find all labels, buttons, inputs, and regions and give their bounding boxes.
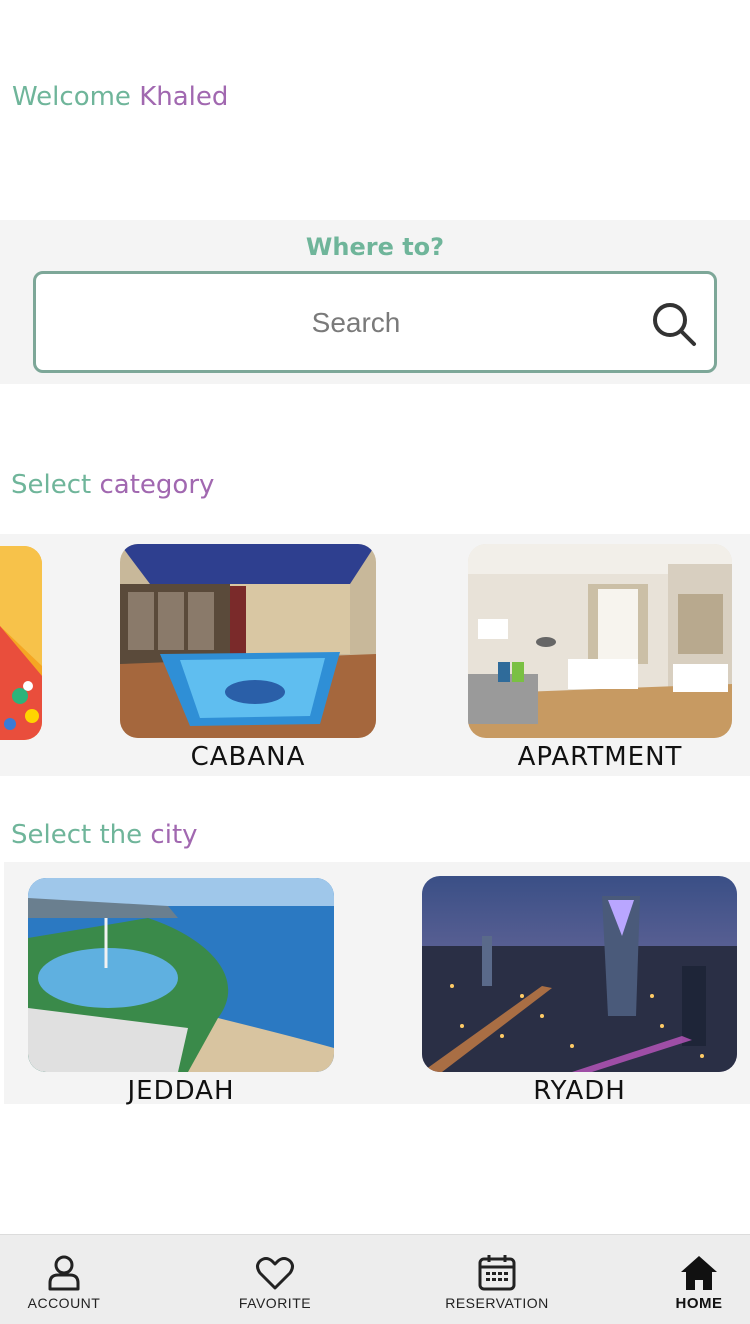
city-card-riyadh[interactable] (422, 876, 737, 1072)
search-heading: Where to? (305, 233, 445, 261)
welcome-prefix: Welcome (12, 82, 131, 112)
colorful-tent-image (0, 546, 42, 740)
search-box[interactable] (33, 271, 717, 373)
category-card-apartment[interactable] (468, 544, 732, 738)
user-name: Khaled (139, 82, 229, 112)
search-input[interactable] (56, 298, 656, 348)
category-title-part2: category (99, 470, 215, 500)
calendar-icon (478, 1255, 516, 1291)
nav-item-favorite[interactable]: FAVORITE (215, 1235, 335, 1324)
search-icon[interactable] (650, 300, 698, 348)
category-card-partial[interactable] (0, 546, 42, 740)
heart-icon (256, 1257, 294, 1290)
welcome-message: Welcome Khaled (12, 80, 228, 114)
bottom-navigation: ACCOUNT FAVORITE RESERVATION HOME (0, 1234, 750, 1324)
home-icon (681, 1256, 717, 1290)
bedroom-image (468, 544, 732, 738)
city-label-riyadh: RYADH (533, 1076, 626, 1106)
city-card-jeddah[interactable] (28, 878, 334, 1072)
category-label-apartment: APARTMENT (517, 742, 683, 772)
category-section-title: Select category (11, 468, 214, 502)
category-label-cabana: CABANA (190, 742, 306, 772)
city-label-jeddah: JEDDAH (127, 1076, 235, 1106)
nav-item-home[interactable]: HOME (650, 1235, 748, 1324)
nav-label-reservation: RESERVATION (445, 1295, 549, 1311)
city-title-part1: Select the (11, 820, 143, 850)
jeddah-corniche-image (28, 878, 334, 1072)
city-section-title: Select the city (11, 818, 198, 852)
category-card-cabana[interactable] (120, 544, 376, 738)
nav-item-account[interactable]: ACCOUNT (4, 1235, 124, 1324)
city-title-part2: city (150, 820, 198, 850)
nav-label-favorite: FAVORITE (238, 1295, 312, 1311)
category-title-part1: Select (11, 470, 92, 500)
indoor-pool-image (120, 544, 376, 738)
user-icon (48, 1255, 80, 1291)
nav-item-reservation[interactable]: RESERVATION (432, 1235, 562, 1324)
riyadh-skyline-image (422, 876, 737, 1072)
nav-label-account: ACCOUNT (27, 1295, 101, 1311)
nav-label-home: HOME (675, 1295, 723, 1312)
